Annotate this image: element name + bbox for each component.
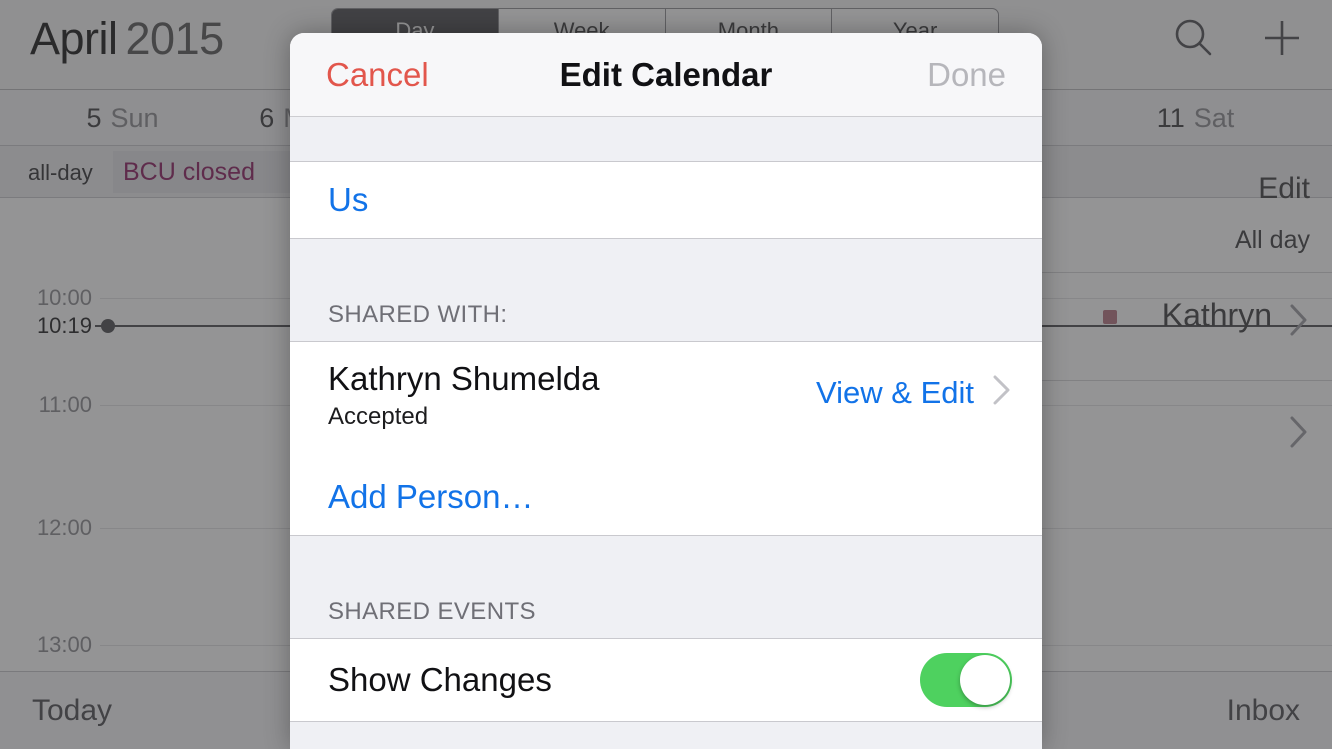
add-person-button[interactable]: Add Person…	[290, 458, 1042, 536]
modal-header: Cancel Edit Calendar Done	[290, 33, 1042, 117]
calendar-name-value: Us	[328, 181, 369, 218]
show-changes-toggle[interactable]	[920, 653, 1012, 707]
modal-body: Us SHARED WITH: Kathryn Shumelda Accepte…	[290, 117, 1042, 749]
shared-person-status: Accepted	[328, 402, 429, 430]
shared-person-permission[interactable]: View & Edit	[816, 370, 1014, 415]
shared-events-footer-note: Display messages when shared events on t…	[290, 722, 1042, 749]
add-person-label: Add Person…	[328, 477, 534, 515]
chevron-right-icon	[990, 370, 1014, 415]
show-changes-label: Show Changes	[328, 661, 552, 698]
spacer	[290, 117, 1042, 161]
shared-person-name: Kathryn Shumelda	[328, 360, 600, 397]
screen: April2015 Day Week Month Year	[0, 0, 1332, 749]
spacer	[290, 536, 1042, 578]
calendar-name-field[interactable]: Us	[290, 161, 1042, 239]
permission-label: View & Edit	[816, 374, 974, 410]
done-button[interactable]: Done	[927, 56, 1006, 94]
toggle-knob	[960, 655, 1010, 705]
shared-with-section-header: SHARED WITH:	[290, 281, 1042, 341]
shared-person-row[interactable]: Kathryn Shumelda Accepted View & Edit	[290, 341, 1042, 459]
shared-events-section-header: SHARED EVENTS	[290, 578, 1042, 638]
cancel-button[interactable]: Cancel	[326, 56, 429, 94]
spacer	[290, 239, 1042, 281]
shared-person-info: Kathryn Shumelda Accepted	[328, 360, 600, 431]
show-changes-row[interactable]: Show Changes	[290, 638, 1042, 722]
edit-calendar-modal: Cancel Edit Calendar Done Us SHARED WITH…	[290, 33, 1042, 749]
